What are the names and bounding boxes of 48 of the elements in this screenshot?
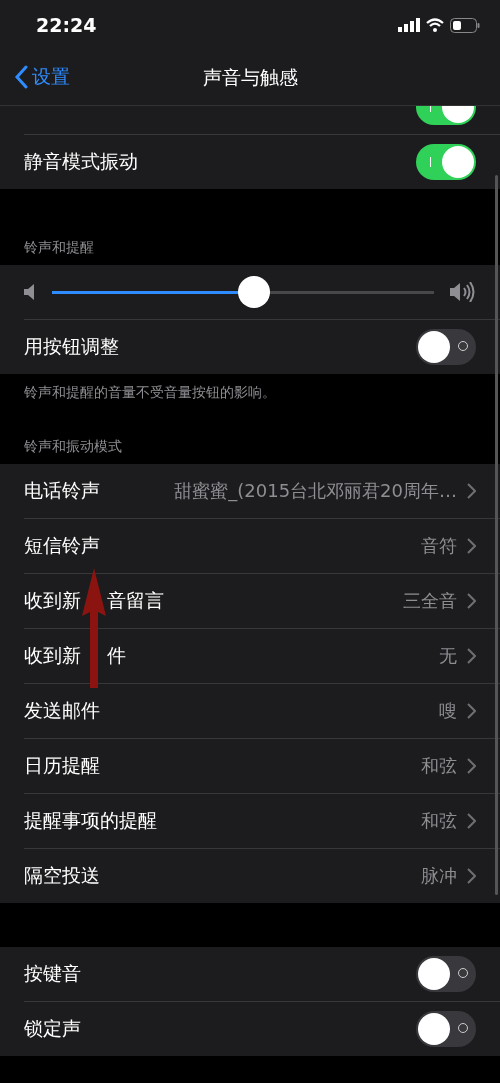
chevron-right-icon xyxy=(467,813,476,829)
chevron-right-icon xyxy=(467,648,476,664)
battery-icon xyxy=(450,17,480,33)
back-label[interactable]: 设置 xyxy=(32,64,70,90)
row-label: 收到新 xyxy=(24,643,81,668)
page-title: 声音与触感 xyxy=(202,64,298,90)
row-label: 用按钮调整 xyxy=(24,334,119,359)
row-label: 提醒事项的提醒 xyxy=(24,808,157,833)
row-label: 锁定声 xyxy=(24,1016,81,1041)
row-value: 脉冲 xyxy=(420,864,457,888)
row-value: 和弦 xyxy=(420,754,457,778)
chevron-right-icon xyxy=(467,703,476,719)
row-label: 日历提醒 xyxy=(24,753,100,778)
row-value: 嗖 xyxy=(438,699,457,723)
row-label: 音留言 xyxy=(107,588,164,613)
row-label: 静音模式振动 xyxy=(24,149,138,174)
chevron-right-icon xyxy=(467,538,476,554)
section-footer: 铃声和提醒的音量不受音量按钮的影响。 xyxy=(0,374,500,428)
row-value: 甜蜜蜜_(2015台北邓丽君20周年… xyxy=(173,479,457,503)
toggle-switch[interactable] xyxy=(416,329,476,365)
row-label: 按键音 xyxy=(24,961,81,986)
row-value: 三全音 xyxy=(402,589,457,613)
toggle-switch[interactable] xyxy=(416,1011,476,1047)
chevron-right-icon xyxy=(467,593,476,609)
row-label: 收到新 xyxy=(24,588,81,613)
speaker-low-icon xyxy=(24,284,36,300)
volume-slider[interactable] xyxy=(52,276,434,308)
chevron-right-icon xyxy=(467,868,476,884)
row-value: 音符 xyxy=(420,534,457,558)
toggle-switch[interactable] xyxy=(416,956,476,992)
row-label: 电话铃声 xyxy=(24,478,100,503)
section-header: 铃声和振动模式 xyxy=(23,437,123,456)
chevron-left-icon xyxy=(14,65,28,89)
toggle-switch[interactable] xyxy=(416,144,476,180)
status-time: 22:24 xyxy=(36,14,97,36)
row-label: 件 xyxy=(107,643,126,668)
row-label: 发送邮件 xyxy=(24,698,100,723)
chevron-right-icon xyxy=(467,483,476,499)
signal-icon xyxy=(398,18,420,32)
row-label: 隔空投送 xyxy=(24,863,100,888)
chevron-right-icon xyxy=(467,758,476,774)
row-label: 短信铃声 xyxy=(24,533,100,558)
row-value: 无 xyxy=(438,644,457,668)
back-link[interactable]: 设置 xyxy=(14,64,70,90)
section-header: 铃声和提醒 xyxy=(23,238,95,257)
row-value: 和弦 xyxy=(420,809,457,833)
speaker-loud-icon xyxy=(450,282,476,302)
wifi-icon xyxy=(426,18,444,32)
